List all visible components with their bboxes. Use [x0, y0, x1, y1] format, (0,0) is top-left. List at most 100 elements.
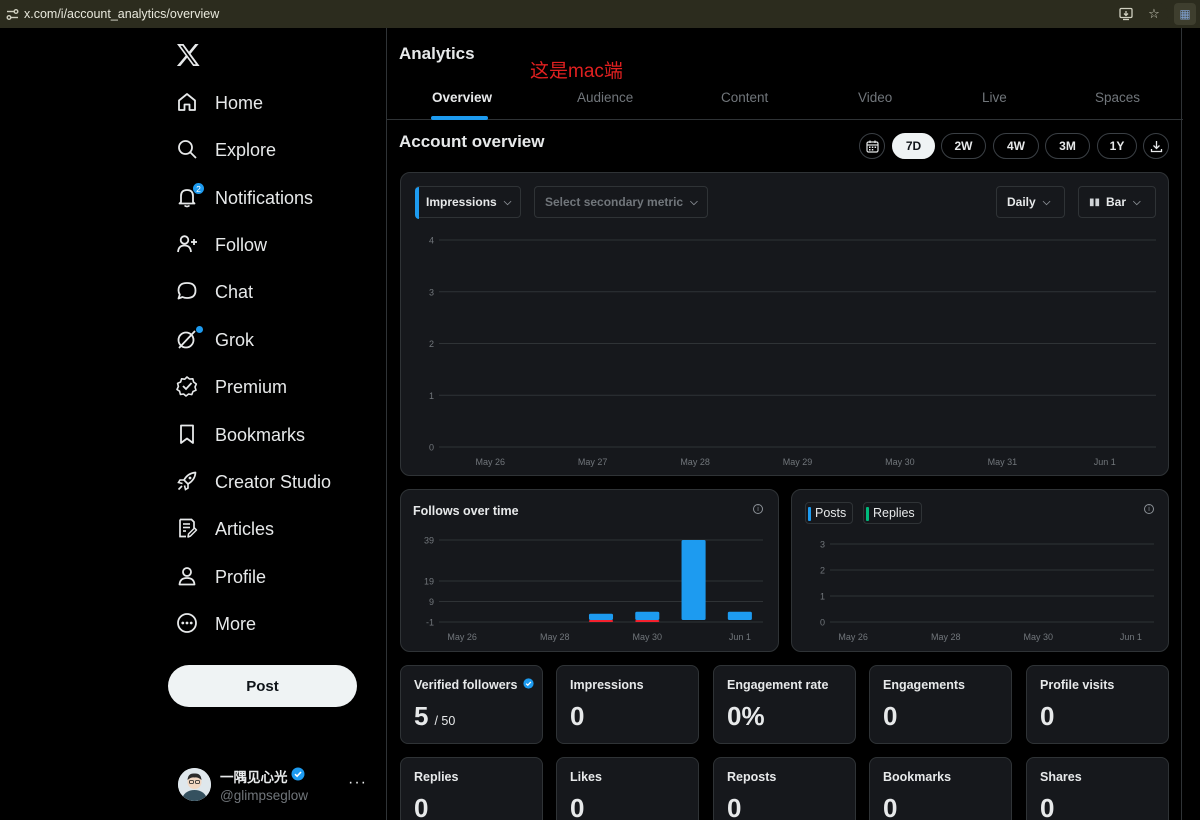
sidebar-item-notifications[interactable]: 2 Notifications [176, 182, 314, 213]
sidebar-item-label: Explore [215, 139, 277, 160]
range-7d-button[interactable]: 7D [892, 133, 935, 159]
stat-label: Profile visits [1040, 678, 1115, 692]
notification-count-badge: 2 [192, 182, 205, 195]
stat-value-row: 0 [883, 701, 897, 732]
page-title: Analytics [399, 44, 475, 63]
active-tab-indicator [431, 116, 488, 120]
stat-card-reposts: Reposts 0 [713, 757, 856, 820]
x-tick-label: May 28 [540, 632, 570, 642]
unread-dot [196, 326, 203, 333]
sidebar-item-home[interactable]: Home [176, 88, 263, 118]
more-horizontal-icon[interactable]: ··· [348, 774, 367, 792]
y-tick-label: 19 [424, 577, 434, 587]
x-logo-icon[interactable] [176, 44, 202, 70]
tab-video[interactable]: Video [858, 90, 892, 105]
posts-replies-chart: 0 1 2 3 May 26 May 28 May 30 Jun 1 [820, 540, 1154, 642]
stat-label-row: Engagements [883, 678, 965, 692]
account-overview-title: Account overview [399, 132, 545, 151]
sidebar-item-label: Bookmarks [215, 424, 306, 445]
sidebar-item-chat[interactable]: Chat [176, 277, 253, 307]
extension-icon[interactable]: ▦ [1174, 3, 1196, 25]
y-tick-label: 0 [429, 443, 434, 453]
stat-label: Engagements [883, 678, 965, 692]
account-name: 一隅见心光 [220, 769, 288, 785]
sidebar-item-creator-studio[interactable]: Creator Studio [176, 467, 331, 497]
tab-audience[interactable]: Audience [577, 90, 633, 105]
stat-value: 0 [414, 793, 429, 820]
verified-badge-icon [522, 678, 534, 692]
sidebar-item-follow[interactable]: Follow [176, 230, 267, 260]
y-tick-label: 9 [429, 597, 434, 607]
x-tick-label: May 28 [680, 457, 710, 467]
url-text[interactable]: x.com/i/account_analytics/overview [24, 7, 219, 21]
chat-bubble-icon [176, 280, 200, 304]
sidebar-item-label: Home [215, 92, 264, 113]
sidebar-item-explore[interactable]: Explore [176, 135, 276, 165]
sidebar-item-bookmarks[interactable]: Bookmarks [176, 420, 305, 450]
stat-value: 0 [883, 701, 898, 731]
account-handle: @glimpseglow [220, 787, 308, 803]
x-tick-label: May 30 [885, 457, 915, 467]
follows-chart-card: Follows over time i -1 9 19 39 May 26 May 28 M… [400, 489, 779, 652]
stat-label: Shares [1040, 770, 1082, 784]
stat-card-shares: Shares 0 [1026, 757, 1169, 820]
sidebar-item-more[interactable]: More [176, 609, 256, 639]
y-tick-label: 4 [429, 236, 434, 246]
sidebar-item-articles[interactable]: Articles [176, 514, 274, 544]
y-tick-label: 1 [820, 592, 825, 602]
stat-value: 0 [1040, 701, 1055, 731]
sidebar-item-premium[interactable]: Premium [176, 372, 287, 402]
annotation-text: 这是mac端 [530, 61, 623, 82]
stat-card-replies: Replies 0 [400, 757, 543, 820]
bar [588, 619, 614, 622]
person-icon [176, 565, 200, 589]
stat-label-row: Engagement rate [727, 678, 828, 692]
sidebar-item-label: Articles [215, 518, 275, 539]
calendar-button[interactable] [859, 133, 885, 159]
calendar-icon [865, 140, 879, 153]
stat-card-likes: Likes 0 [556, 757, 699, 820]
install-app-icon[interactable] [1118, 6, 1134, 22]
stat-card-verified-followers: Verified followers 5 / 50 [400, 665, 543, 744]
tab-overview[interactable]: Overview [432, 90, 492, 105]
stat-value-row: 0 [883, 793, 897, 820]
stat-value-row: 0 [1040, 793, 1054, 820]
range-3m-button[interactable]: 3M [1045, 133, 1090, 159]
y-tick-label: 0 [820, 618, 825, 628]
x-tick-label: May 26 [475, 457, 505, 467]
sidebar-item-grok[interactable]: Grok [176, 325, 254, 355]
stat-value-row: 0 [570, 701, 584, 732]
stat-card-engagements: Engagements 0 [869, 665, 1012, 744]
stat-label-row: Verified followers [414, 678, 534, 692]
article-icon [176, 517, 200, 541]
sidebar-item-label: Follow [215, 234, 268, 255]
tab-content[interactable]: Content [721, 90, 768, 105]
star-bookmark-icon[interactable]: ☆ [1146, 6, 1162, 22]
sidebar-item-profile[interactable]: Profile [176, 562, 266, 592]
stat-label: Impressions [570, 678, 644, 692]
x-tick-label: May 29 [783, 457, 813, 467]
range-4w-button[interactable]: 4W [993, 133, 1039, 159]
posts-replies-chart-card: Posts Replies i 0 1 2 3 May 26 May 28 May 30 Ju… [791, 489, 1169, 652]
stat-value: 5 [414, 701, 429, 731]
account-switcher[interactable]: 一隅见心光 @glimpseglow ··· [178, 766, 373, 803]
follows-chart: -1 9 19 39 May 26 May 28 May 30 Jun 1 [424, 536, 763, 642]
tab-spaces[interactable]: Spaces [1095, 90, 1140, 105]
download-button[interactable] [1143, 133, 1169, 159]
tab-live[interactable]: Live [982, 90, 1007, 105]
post-button[interactable]: Post [168, 665, 357, 707]
bar [635, 611, 660, 620]
site-settings-icon[interactable] [4, 6, 20, 22]
stat-value-row: 0 [1040, 701, 1054, 732]
range-1y-button[interactable]: 1Y [1097, 133, 1137, 159]
sidebar-item-label: Notifications [215, 187, 314, 208]
stat-label: Engagement rate [727, 678, 829, 692]
browser-actions: ☆ ▦ [1118, 0, 1200, 28]
stat-label: Verified followers [414, 678, 518, 692]
range-2w-button[interactable]: 2W [941, 133, 986, 159]
stat-label: Reposts [727, 770, 777, 784]
account-text: 一隅见心光 @glimpseglow [220, 766, 308, 803]
sidebar-item-label: Premium [215, 376, 288, 397]
rocket-icon [176, 470, 200, 494]
bar [588, 613, 614, 620]
